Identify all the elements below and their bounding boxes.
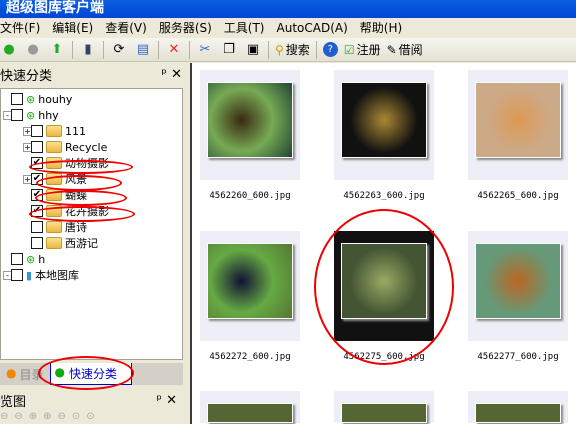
tree-checkbox[interactable] (31, 141, 43, 153)
close-icon[interactable]: ✕ (166, 393, 177, 408)
tree-checkbox[interactable] (31, 221, 43, 233)
preview-toolbar: ⊖⊖⊕⊕⊖⊙⊙ (0, 411, 101, 422)
tree-checkbox[interactable] (11, 269, 23, 281)
tree-node[interactable]: ⊛ h (11, 251, 45, 267)
copy-icon[interactable]: ❐ (220, 41, 238, 59)
thumbnail-filename: 4562272_600.jpg (209, 352, 291, 362)
server-icon: ⊛ (26, 252, 36, 266)
search-icon: ⚲ (275, 42, 284, 57)
selection-ring (314, 209, 454, 365)
folder-icon (46, 221, 62, 233)
tree-node[interactable]: 西游记 (31, 235, 98, 251)
title-bar: 超级图库客户端 (0, 0, 576, 18)
thumbnail-image (207, 403, 293, 423)
menu-server[interactable]: 服务器(S) (159, 18, 212, 38)
thumbnail-card[interactable] (200, 231, 300, 341)
close-icon[interactable]: ✕ (171, 67, 182, 82)
thumbnail-filename: 4562265_600.jpg (477, 191, 559, 201)
computer-icon: ▮ (26, 268, 33, 282)
tree-node-label: 西游记 (65, 237, 98, 250)
server-icon: ⊛ (26, 92, 36, 106)
thumbnail-filename: 4562263_600.jpg (343, 191, 425, 201)
menu-edit[interactable]: 编辑(E) (52, 18, 93, 38)
register-button[interactable]: ☑ 注册 (344, 41, 381, 58)
tree-checkbox[interactable] (11, 253, 23, 265)
menu-tools[interactable]: 工具(T) (224, 18, 265, 38)
thumbnail-card[interactable] (468, 391, 568, 423)
thumbnail-card[interactable] (468, 70, 568, 180)
category-tree: ⊛ houhy - ⊛ hhy +111 + Recycle ✔ 动物摄影 + ✔ 风景 ✔ 蝴蝶 ✔ 花卉摄影… (0, 88, 183, 360)
thumbnail-image (475, 243, 561, 319)
refresh-icon[interactable]: ⟳ (110, 41, 128, 59)
annotation-ring (29, 160, 133, 174)
menu-file[interactable]: 文件(F) (0, 18, 40, 38)
thumbnail-filename: 4562260_600.jpg (209, 191, 291, 201)
menu-view[interactable]: 查看(V) (105, 18, 147, 38)
search-button[interactable]: ⚲ 搜索 (275, 41, 310, 58)
thumbnail-image (475, 82, 561, 158)
thumbnail-card[interactable] (200, 70, 300, 180)
tree-node[interactable]: ⊛ houhy (11, 91, 72, 107)
folder-icon (46, 141, 62, 153)
help-icon[interactable]: ? (322, 42, 338, 57)
thumbnail-card[interactable] (468, 231, 568, 341)
tree-node[interactable]: ⊛ hhy (11, 107, 59, 123)
menu-autocad[interactable]: AutoCAD(A) (277, 18, 348, 38)
thumbnail-image (207, 82, 293, 158)
add-icon[interactable]: ▮ (79, 41, 97, 59)
thumbnail-card[interactable] (334, 70, 434, 180)
tree-node[interactable]: 111 (31, 123, 86, 139)
menu-help[interactable]: 帮助(H) (360, 18, 402, 38)
delete-icon[interactable]: ✕ (165, 41, 183, 59)
forward-icon[interactable]: ● (24, 41, 42, 59)
thumbnail-image (475, 403, 561, 423)
annotation-ring (38, 356, 134, 390)
tree-checkbox[interactable] (11, 93, 23, 105)
tree-node-label: 本地图库 (35, 269, 80, 282)
quick-category-panel: 快速分类 ᵖ ✕ ⊛ houhy - ⊛ hhy +111 + Recycle ✔ 动物摄影 + ✔ 风景… (0, 63, 188, 424)
pin-icon[interactable]: ᵖ (156, 393, 162, 408)
annotation-ring (29, 206, 135, 222)
tree-node-label: hhy (38, 108, 59, 122)
folder-icon (46, 237, 62, 249)
back-icon[interactable]: ● (0, 41, 18, 59)
tree-checkbox[interactable] (31, 125, 43, 137)
folder-icon (46, 125, 62, 137)
directory-icon: ● (6, 365, 17, 380)
tree-node-label: h (38, 252, 46, 266)
tree-node-label: Recycle (65, 140, 108, 154)
properties-icon[interactable]: ▤ (134, 41, 152, 59)
paste-icon[interactable]: ▣ (244, 41, 262, 59)
cut-icon[interactable]: ✂ (196, 41, 214, 59)
annotation-ring (36, 175, 122, 191)
tree-checkbox[interactable] (11, 109, 23, 121)
menu-bar: 文件(F) 编辑(E) 查看(V) 服务器(S) 工具(T) AutoCAD(A… (0, 18, 576, 38)
thumbnail-image (207, 243, 293, 319)
thumbnail-image (341, 82, 427, 158)
borrow-button[interactable]: ✎ 借阅 (387, 41, 423, 58)
pin-icon[interactable]: ᵖ (161, 67, 167, 82)
annotation-ring (35, 190, 127, 206)
tree-node-label: 111 (65, 124, 86, 138)
thumbnail-view: 4562260_600.jpg 4562263_600.jpg 4562265_60… (190, 63, 576, 424)
toolbar: ● ● ⬆ ▮ ⟳ ▤ ✕ ✂ ❐ ▣ ⚲ 搜索 ? ☑ 注册 ✎ 借阅 (0, 38, 576, 62)
thumbnail-card[interactable] (334, 391, 434, 423)
register-icon: ☑ (343, 42, 355, 57)
tree-checkbox[interactable] (31, 237, 43, 249)
up-icon[interactable]: ⬆ (48, 41, 66, 59)
thumbnail-image (341, 403, 427, 423)
server-icon: ⊛ (26, 108, 36, 122)
panel-title: 快速分类 (0, 68, 53, 84)
preview-panel-title: 览图 (0, 394, 27, 410)
tree-node[interactable]: Recycle (31, 139, 107, 155)
thumbnail-filename: 4562277_600.jpg (477, 352, 559, 362)
tree-node-label: houhy (38, 92, 73, 106)
thumbnail-card[interactable] (200, 391, 300, 423)
borrow-icon: ✎ (386, 42, 397, 57)
tree-node[interactable]: ▮ 本地图库 (11, 267, 79, 283)
